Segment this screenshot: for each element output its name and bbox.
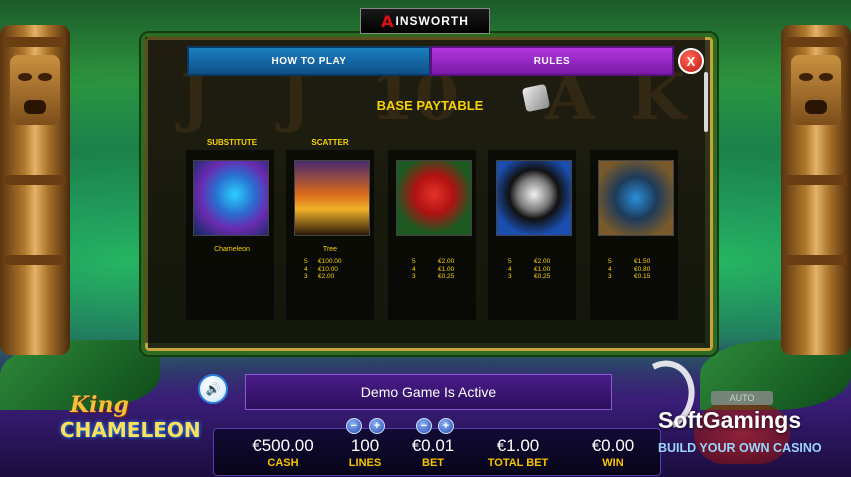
- game-logo-line2: CHAMELEON: [60, 418, 201, 442]
- frog-symbol: [598, 160, 674, 236]
- scrollbar[interactable]: [704, 72, 708, 132]
- pay-value: €0.25: [438, 273, 455, 280]
- close-button[interactable]: X: [678, 48, 704, 74]
- bet-label: BET: [422, 457, 444, 469]
- pay-count: 5: [608, 258, 612, 265]
- totem-ring: [4, 255, 66, 265]
- ainsworth-logo-letter: A: [381, 11, 395, 31]
- game-logo-line1: King: [70, 392, 129, 418]
- totem-ring: [785, 37, 847, 47]
- pay-count: 5: [412, 258, 416, 265]
- watermark-name: SoftGamings: [658, 407, 802, 433]
- lines-label: LINES: [348, 457, 382, 469]
- totem-eye: [18, 73, 32, 81]
- lines-minus-button[interactable]: −: [346, 418, 362, 434]
- ainsworth-logo-name: INSWORTH: [395, 14, 469, 28]
- watermark-tagline: BUILD YOUR OWN CASINO: [658, 441, 822, 455]
- lines-meter: 100 LINES: [338, 436, 392, 469]
- totem-mouth: [24, 100, 46, 114]
- totem-left: [0, 25, 70, 355]
- message-bar: Demo Game Is Active: [245, 374, 612, 410]
- pay-list: 5 €1.50 4 €0.80 3 €0.15: [608, 258, 674, 281]
- symbol-tag: SCATTER: [311, 138, 349, 147]
- pay-value: €1.50: [634, 258, 651, 265]
- pay-count: 3: [304, 273, 308, 280]
- total-bet-meter: €1.00 TOTAL BET: [482, 436, 554, 469]
- bet-plus-button[interactable]: +: [438, 418, 454, 434]
- totem-ring: [785, 255, 847, 265]
- totem-ring: [4, 37, 66, 47]
- pay-count: 4: [508, 265, 512, 273]
- tab-how-to-play[interactable]: HOW TO PLAY: [187, 46, 431, 76]
- bet-meter: €0.01 BET: [405, 436, 461, 469]
- dice-icon: [521, 83, 551, 113]
- tab-rules[interactable]: RULES: [430, 46, 674, 76]
- pay-list: 5 €2.00 4 €1.00 3 €0.25: [412, 258, 478, 281]
- tree-symbol: [294, 160, 370, 236]
- pay-value: €2.00: [534, 258, 551, 265]
- paytable-title: BASE PAYTABLE: [376, 98, 484, 113]
- pay-value: €2.00: [318, 273, 335, 280]
- symbol-name: Tree: [322, 246, 338, 253]
- bet-minus-button[interactable]: −: [416, 418, 432, 434]
- pay-value: €1.00: [438, 265, 455, 273]
- pay-count: 4: [304, 265, 308, 273]
- totem-right: [781, 25, 851, 355]
- totem-mouth: [805, 100, 827, 114]
- pay-value: €100.00: [318, 258, 342, 265]
- pay-count: 3: [412, 273, 416, 280]
- symbol-name: Chameleon: [214, 246, 250, 253]
- totem-eye: [819, 73, 833, 81]
- pay-value: €0.15: [634, 273, 651, 280]
- pay-value: €10.00: [318, 265, 338, 273]
- totem-ring: [4, 175, 66, 185]
- lines-value: 100: [350, 436, 380, 455]
- pay-count: 3: [608, 273, 612, 280]
- speaker-icon: 🔊: [205, 382, 221, 396]
- totem-ring: [785, 175, 847, 185]
- ainsworth-logo: A INSWORTH: [360, 8, 490, 34]
- chameleon-symbol: [193, 160, 269, 236]
- pay-count: 5: [508, 258, 512, 265]
- totem-face: [10, 55, 60, 125]
- cash-value: €500.00: [252, 436, 314, 455]
- pay-count: 5: [304, 258, 308, 265]
- totem-face: [791, 55, 841, 125]
- bet-value: €0.01: [411, 436, 455, 455]
- close-icon: X: [686, 53, 696, 69]
- symbol-tag: SUBSTITUTE: [206, 138, 258, 147]
- pay-value: €0.25: [534, 273, 551, 280]
- total-bet-label: TOTAL BET: [487, 457, 549, 469]
- softgamings-watermark: SoftGamings BUILD YOUR OWN CASINO: [621, 351, 840, 470]
- cash-meter: €500.00 CASH: [248, 436, 318, 469]
- total-bet-value: €1.00: [496, 436, 540, 455]
- pay-value: €0.80: [634, 265, 651, 273]
- pay-list: 5 €2.00 4 €1.00 3 €0.25: [508, 258, 574, 281]
- pay-count: 4: [608, 265, 612, 273]
- game-logo: King CHAMELEON: [60, 384, 205, 464]
- pay-count: 3: [508, 273, 512, 280]
- pay-list: 5 €100.00 4 €10.00 3 €2.00: [304, 258, 358, 281]
- cash-label: CASH: [267, 457, 299, 469]
- lines-plus-button[interactable]: +: [369, 418, 385, 434]
- totem-eye: [799, 73, 813, 81]
- pay-value: €2.00: [438, 258, 455, 265]
- pay-value: €1.00: [534, 265, 551, 273]
- bird-symbol: [396, 160, 472, 236]
- pay-count: 4: [412, 265, 416, 273]
- sound-button[interactable]: 🔊: [198, 374, 228, 404]
- lemur-symbol: [496, 160, 572, 236]
- totem-eye: [38, 73, 52, 81]
